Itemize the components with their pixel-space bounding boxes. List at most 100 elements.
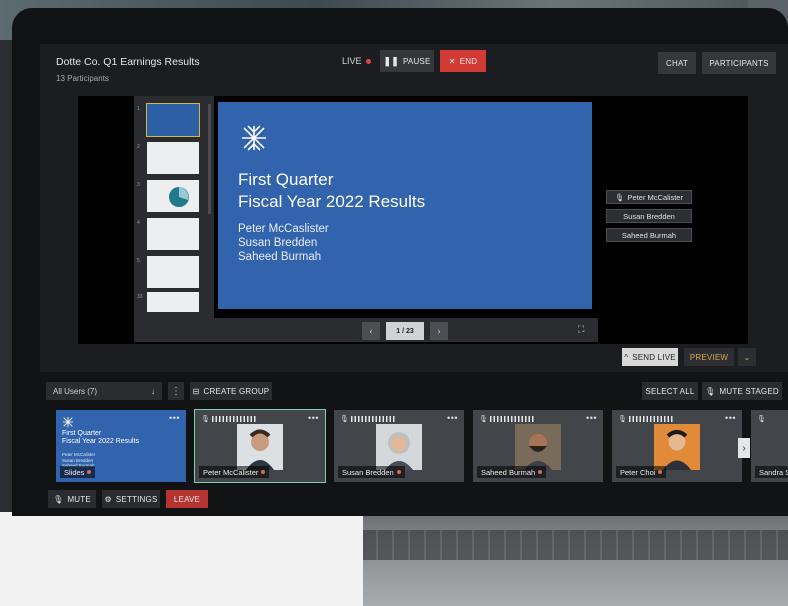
participants-count: 13 Participants <box>56 74 109 83</box>
speaker-tag[interactable]: Saheed Burmah <box>606 228 692 242</box>
tile-menu-icon[interactable]: ••• <box>169 413 180 423</box>
participant-name: Sandra Se <box>759 467 788 477</box>
participant-tile[interactable]: 🎙 ••• Susan Bredden <box>334 410 464 482</box>
pause-button[interactable]: ❚❚ PAUSE <box>380 50 434 72</box>
tile-label-text: Slides <box>64 467 85 477</box>
participant-name: Susan Bredden <box>342 467 394 477</box>
tile-menu-icon[interactable]: ••• <box>308 413 319 423</box>
preview-button[interactable]: PREVIEW <box>684 348 734 366</box>
participant-name: Saheed Burmah <box>481 467 536 477</box>
more-options-icon[interactable]: ⋮ <box>168 382 184 400</box>
tile-menu-icon[interactable]: ••• <box>725 413 736 423</box>
audio-level: 🎙 <box>201 415 256 423</box>
tile-label: Saheed Burmah <box>477 466 547 478</box>
chat-button[interactable]: CHAT <box>658 52 696 74</box>
participants-button[interactable]: PARTICIPANTS <box>702 52 776 74</box>
prev-slide-button[interactable]: ‹ <box>362 322 380 340</box>
mute-label: MUTE <box>67 494 91 504</box>
chevron-right-icon[interactable]: › <box>738 438 750 458</box>
laptop-bezel: Dotte Co. Q1 Earnings Results 13 Partici… <box>12 8 788 516</box>
audio-level-bars <box>350 416 395 422</box>
create-group-button[interactable]: ⊟ CREATE GROUP <box>190 382 272 400</box>
slide-thumbnail-5[interactable] <box>147 256 199 288</box>
participant-video <box>654 424 700 470</box>
microphone-icon: 🎙 <box>705 386 716 396</box>
slide-title-line2: Fiscal Year 2022 Results <box>238 192 426 211</box>
pause-icon: ❚❚ <box>383 55 399 66</box>
mute-staged-button[interactable]: 🎙 MUTE STAGED <box>702 382 782 400</box>
status-dot-icon <box>658 470 663 474</box>
send-live-button[interactable]: ^ SEND LIVE <box>622 348 678 366</box>
slides-tile[interactable]: ••• First Quarter Fiscal Year 2022 Result… <box>56 410 186 482</box>
chevron-down-icon[interactable]: ⌄ <box>738 348 756 366</box>
next-slide-button[interactable]: › <box>430 322 448 340</box>
tile-label: Peter Choi <box>616 466 667 478</box>
participant-tile[interactable]: 🎙 ••• Peter Choi <box>612 410 742 482</box>
microphone-icon: 🎙 <box>53 494 64 504</box>
speaker-tag[interactable]: 🎙 Peter McCalister <box>606 190 692 204</box>
live-label: LIVE <box>342 56 362 66</box>
company-logo-icon <box>242 125 266 151</box>
tile-label: Peter McCalister <box>199 466 270 478</box>
presentation-stage: 1 2 3 4 5 33 First Quarter Fiscal Year 2… <box>78 96 748 344</box>
participant-tile[interactable]: 🎙 ••• Saheed Burmah <box>473 410 603 482</box>
users-filter-select[interactable]: All Users (7) ↓ <box>46 382 162 400</box>
tile-label: Sandra Se <box>755 466 788 478</box>
participant-strip: All Users (7) ↓ ⋮ ⊟ CREATE GROUP SELECT … <box>40 372 788 514</box>
live-indicator: LIVE <box>342 56 371 66</box>
speaker-tag[interactable]: Susan Bredden <box>606 209 692 223</box>
end-button[interactable]: ✕ END <box>440 50 486 72</box>
tile-slide-title: First Quarter Fiscal Year 2022 Results <box>62 430 139 446</box>
audio-level: 🎙 <box>340 415 395 423</box>
mute-staged-label: MUTE STAGED <box>719 386 779 396</box>
chevron-up-icon: ^ <box>624 352 629 362</box>
settings-button[interactable]: ⚙ SETTINGS <box>102 490 160 508</box>
close-icon: ✕ <box>448 56 456 66</box>
status-dot-icon <box>538 470 543 474</box>
participant-tile[interactable]: 🎙 Sandra Se <box>751 410 788 482</box>
slide-thumbnail-1[interactable] <box>146 103 200 137</box>
slide-pager: ‹ 1 / 23 › ⛶ <box>134 318 598 342</box>
audio-level-bars <box>211 416 256 422</box>
send-live-label: SEND LIVE <box>632 352 676 362</box>
slide-presenter-name: Susan Bredden <box>238 237 318 249</box>
pie-chart-icon <box>169 187 189 207</box>
thumb-number: 5 <box>137 258 140 264</box>
microphone-icon: 🎙 <box>757 416 766 423</box>
slide-thumbnail-2[interactable] <box>147 142 199 174</box>
white-overlay-panel <box>0 512 363 606</box>
fullscreen-icon[interactable]: ⛶ <box>578 324 584 335</box>
thumb-number: 3 <box>137 182 140 188</box>
audio-level: 🎙 <box>618 415 673 423</box>
slide-thumbnail-panel: 1 2 3 4 5 33 <box>134 96 214 318</box>
microphone-icon: 🎙 <box>479 416 488 423</box>
slide-presenter-name: Peter McCaslister <box>238 223 329 235</box>
participant-name: Peter Choi <box>620 467 656 477</box>
thumbnail-scrollbar[interactable] <box>208 104 211 214</box>
tile-menu-icon[interactable]: ••• <box>447 413 458 423</box>
tile-slide-title-line2: Fiscal Year 2022 Results <box>62 438 140 445</box>
tile-menu-icon[interactable]: ••• <box>586 413 597 423</box>
audio-level: 🎙 <box>479 415 534 423</box>
status-dot-icon <box>396 470 401 474</box>
slide-thumbnail-4[interactable] <box>147 218 199 250</box>
tile-slide-name: Susan Bredden <box>62 457 94 463</box>
participant-video <box>376 424 422 470</box>
mute-button[interactable]: 🎙 MUTE <box>48 490 96 508</box>
audio-level: 🎙 <box>757 415 766 423</box>
participant-tile[interactable]: 🎙 ••• Peter McCalister <box>194 409 326 483</box>
pause-label: PAUSE <box>402 56 431 66</box>
event-title: Dotte Co. Q1 Earnings Results <box>56 56 200 68</box>
page-indicator: 1 / 23 <box>386 322 424 340</box>
thumb-number: 4 <box>137 220 140 226</box>
status-dot-icon <box>261 470 266 474</box>
microphone-icon: 🎙 <box>340 416 349 423</box>
slide-thumbnail-3[interactable] <box>147 180 199 212</box>
speaker-tag-label: Peter McCalister <box>627 192 683 202</box>
audio-level-bars <box>489 416 534 422</box>
slide-title-line1: First Quarter <box>238 170 334 189</box>
slide-thumbnail-6[interactable] <box>147 292 199 312</box>
select-all-button[interactable]: SELECT ALL <box>642 382 698 400</box>
microphone-icon: 🎙 <box>618 416 627 423</box>
leave-button[interactable]: LEAVE <box>166 490 208 508</box>
